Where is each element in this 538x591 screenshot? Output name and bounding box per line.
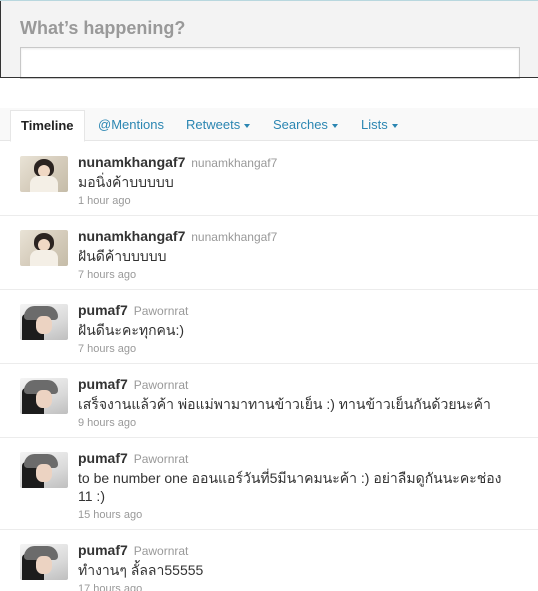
tweet-timestamp[interactable]: 9 hours ago [78, 417, 538, 429]
tab-searches[interactable]: Searches [263, 110, 348, 142]
chevron-down-icon [331, 123, 338, 128]
chevron-down-icon [244, 123, 251, 128]
tab-retweets-label: Retweets [186, 117, 241, 132]
tweet-realname: Pawornrat [133, 304, 189, 318]
tweet-header: pumaf7 Pawornrat [78, 542, 538, 560]
tweet-timestamp[interactable]: 7 hours ago [78, 269, 538, 281]
tweet-username[interactable]: nunamkhangaf7 [78, 228, 185, 244]
tweet-text: to be number one ออนแอร์วันที่5มีนาคมนะค… [78, 470, 502, 504]
tweet-item[interactable]: pumaf7 Pawornrat เสร็จงานแล้วค้า พ่อแม่พ… [0, 364, 538, 438]
tweet-feed: nunamkhangaf7 nunamkhangaf7 มอนิ่งค้าบบบ… [0, 142, 538, 591]
avatar[interactable] [20, 156, 68, 192]
tab-lists-label: Lists [361, 117, 388, 132]
tweet-item[interactable]: nunamkhangaf7 nunamkhangaf7 ฝันดีค้าบบบบ… [0, 216, 538, 290]
tweet-item[interactable]: pumaf7 Pawornrat ทำงานๆ ลั้ลลา55555 17 h… [0, 530, 538, 591]
compose-box: What’s happening? [0, 0, 538, 79]
compose-left-edge [0, 1, 1, 77]
compose-divider [0, 77, 538, 78]
tab-mentions-label: @Mentions [98, 117, 164, 132]
tab-mentions[interactable]: @Mentions [88, 110, 174, 142]
avatar[interactable] [20, 230, 68, 266]
tweet-username[interactable]: pumaf7 [78, 542, 128, 558]
tweet-text: ฝันดีค้าบบบบบ [78, 248, 167, 264]
avatar[interactable] [20, 378, 68, 414]
tab-timeline-label: Timeline [21, 118, 74, 133]
tweet-header: pumaf7 Pawornrat [78, 450, 538, 468]
tweet-timestamp[interactable]: 17 hours ago [78, 583, 538, 591]
timeline-tabs: Timeline @Mentions Retweets Searches Lis… [0, 108, 538, 142]
tweet-item[interactable]: nunamkhangaf7 nunamkhangaf7 มอนิ่งค้าบบบ… [0, 142, 538, 216]
tweet-realname: Pawornrat [133, 544, 189, 558]
avatar[interactable] [20, 544, 68, 580]
tweet-realname: Pawornrat [133, 452, 189, 466]
tweet-realname: Pawornrat [133, 378, 189, 392]
tweet-item[interactable]: pumaf7 Pawornrat ฝันดีนะคะทุกคน:) 7 hour… [0, 290, 538, 364]
tweet-realname: nunamkhangaf7 [191, 156, 278, 170]
tweet-realname: nunamkhangaf7 [191, 230, 278, 244]
avatar[interactable] [20, 452, 68, 488]
tweet-text: ทำงานๆ ลั้ลลา55555 [78, 562, 204, 578]
tweet-header: pumaf7 Pawornrat [78, 376, 538, 394]
tweet-timestamp[interactable]: 1 hour ago [78, 195, 538, 207]
tweet-username[interactable]: nunamkhangaf7 [78, 154, 185, 170]
tweet-header: nunamkhangaf7 nunamkhangaf7 [78, 154, 538, 172]
tweet-item[interactable]: pumaf7 Pawornrat to be number one ออนแอร… [0, 438, 538, 530]
tweet-header: pumaf7 Pawornrat [78, 302, 538, 320]
tweet-timestamp[interactable]: 7 hours ago [78, 343, 538, 355]
tweet-timestamp[interactable]: 15 hours ago [78, 509, 538, 521]
tab-retweets[interactable]: Retweets [176, 110, 260, 142]
tweet-header: nunamkhangaf7 nunamkhangaf7 [78, 228, 538, 246]
tweet-text: เสร็จงานแล้วค้า พ่อแม่พามาทานข้าวเย็น :)… [78, 396, 491, 412]
compose-title: What’s happening? [20, 18, 186, 38]
chevron-down-icon [391, 123, 398, 128]
tab-searches-label: Searches [273, 117, 328, 132]
tab-timeline[interactable]: Timeline [10, 110, 85, 142]
tweet-username[interactable]: pumaf7 [78, 302, 128, 318]
tweet-text: ฝันดีนะคะทุกคน:) [78, 322, 185, 338]
tweet-text: มอนิ่งค้าบบบบบ [78, 174, 174, 190]
avatar[interactable] [20, 304, 68, 340]
tweet-input[interactable] [20, 47, 520, 79]
tweet-username[interactable]: pumaf7 [78, 450, 128, 466]
tweet-username[interactable]: pumaf7 [78, 376, 128, 392]
tab-lists[interactable]: Lists [351, 110, 408, 142]
